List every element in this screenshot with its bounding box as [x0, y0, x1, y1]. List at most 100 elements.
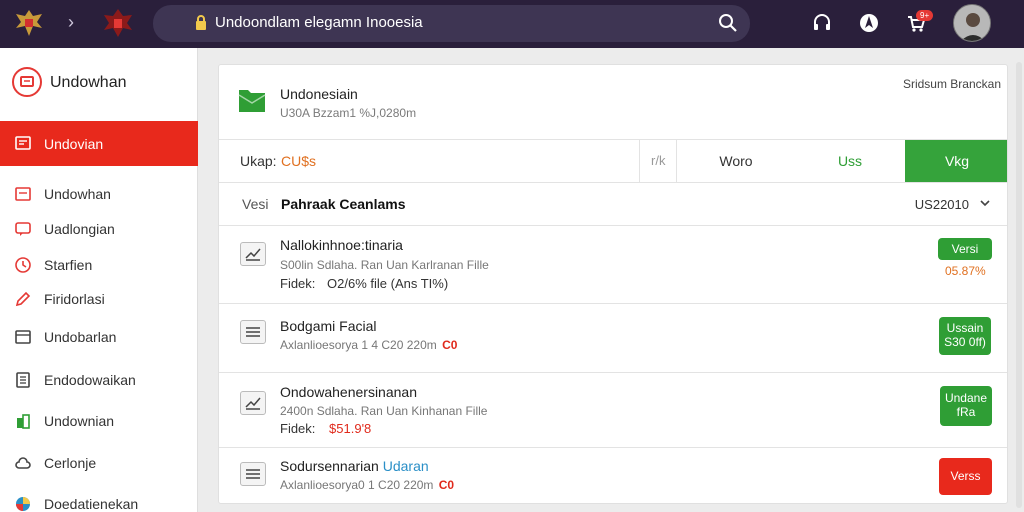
page-title: Undonesiain	[280, 86, 358, 102]
list-item[interactable]: Nallokinhnoe:tinaria S00lin Sdlaha. Ran …	[219, 226, 1007, 304]
sidebar-item-label: Firidorlasi	[44, 291, 105, 307]
tab-value: CU$s	[281, 153, 317, 169]
list-item[interactable]: Bodgami Facial Axlanlioesorya 1 4 C20 22…	[219, 304, 1007, 373]
sidebar-item-4[interactable]: Firidorlasi	[0, 284, 198, 314]
tab-woro[interactable]: Woro	[677, 140, 795, 182]
sidebar-item-label: Undovian	[44, 136, 104, 152]
button-line1: Ussain	[946, 321, 984, 335]
filter-select-value[interactable]: US22010	[915, 196, 969, 213]
avatar[interactable]	[953, 4, 991, 42]
main-panel: Undonesiain U30A Bzzam1 %J,0280m Sridsum…	[218, 64, 1008, 504]
chevron-down-icon[interactable]	[979, 197, 991, 209]
sidebar-item-label: Starfien	[44, 257, 93, 273]
sidebar-item-label: Endodowaikan	[44, 372, 136, 388]
item-subtitle-text: Axlanlioesorya 1 4 C20 220m	[280, 338, 437, 352]
item-tag: C0	[442, 338, 458, 352]
tab-label: Vkg	[944, 153, 970, 169]
item-meta: Fidek: O2/6% file (Ans TI%)	[280, 276, 448, 292]
button-line2: S30 0ff)	[944, 335, 986, 349]
item-meta-value: $51.9'8	[329, 421, 372, 436]
tab-k[interactable]: r/k	[641, 140, 677, 182]
search-text[interactable]: Undoondlam elegamn Inooesia	[215, 14, 423, 32]
item-subtitle: Axlanlioesorya 1 4 C20 220m C0	[280, 338, 457, 353]
sidebar-item-3[interactable]: Starfien	[0, 250, 198, 280]
sidebar-item-5[interactable]: Undobarlan	[0, 322, 198, 352]
tab-vkg[interactable]: Vkg	[905, 140, 1007, 182]
tab-label: Woro	[719, 153, 753, 169]
sidebar-item-6[interactable]: Endodowaikan	[0, 365, 198, 395]
sidebar-item-label: Undownian	[44, 413, 115, 429]
document-lines-icon	[240, 462, 266, 486]
item-meta: Fidek: $51.9'8	[280, 421, 371, 437]
item-subtitle-text: Axlanlioesorya0 1 C20 220m	[280, 478, 434, 492]
button-line1: Undane	[944, 391, 988, 405]
tab-uss[interactable]: Uss	[795, 140, 905, 182]
sidebar-item-label: Undobarlan	[44, 329, 117, 345]
cloud-icon	[15, 457, 31, 469]
brand-name: Undowhan	[50, 74, 127, 91]
document-icon	[15, 330, 31, 344]
sidebar-item-2[interactable]: Uadlongian	[0, 214, 198, 244]
brand-logo-icon	[12, 67, 42, 97]
document-lines-icon	[240, 320, 266, 344]
page-subtitle: U30A Bzzam1 %J,0280m	[280, 106, 417, 120]
building-icon	[17, 414, 30, 429]
tab-label: Uss	[837, 153, 863, 169]
sidebar-item-label: Doedatienekan	[44, 496, 139, 512]
panel-header: Undonesiain U30A Bzzam1 %J,0280m Sridsum…	[219, 65, 1007, 140]
search-bar[interactable]: Undoondlam elegamn Inooesia	[153, 5, 750, 42]
tab-bar: Ukap: CU$s r/k Woro Uss Vkg	[219, 140, 1007, 183]
item-meta-label: Fidek:	[280, 276, 316, 291]
chart-icon	[240, 391, 266, 415]
versi-button[interactable]: Versi	[938, 238, 992, 260]
sidebar-item-active[interactable]: Undovian	[0, 121, 198, 166]
chevron-right-icon[interactable]: ›	[68, 12, 74, 32]
filter-label: Vesi	[242, 196, 269, 212]
item-tag: C0	[438, 478, 455, 492]
header-link[interactable]: Sridsum Branckan	[903, 77, 1001, 92]
tab-label: r/k	[651, 153, 666, 168]
garuda-logo-icon[interactable]	[101, 6, 135, 40]
user-photo-icon	[954, 5, 990, 41]
sidebar-item-1[interactable]: Undowhan	[0, 179, 198, 209]
item-meta-label: Fidek:	[280, 421, 316, 436]
list-item[interactable]: Sodursennarian Udaran Axlanlioesorya0 1 …	[219, 448, 1007, 503]
item-subtitle: 2400n Sdlaha. Ran Uan Kinhanan Fille	[280, 404, 488, 418]
item-subtitle: Axlanlioesorya0 1 C20 220m C0	[280, 478, 454, 493]
scrollbar[interactable]	[1016, 62, 1022, 508]
undane-button[interactable]: Undane fRa	[940, 386, 992, 426]
tab-summary[interactable]: Ukap: CU$s	[219, 140, 640, 182]
list-item[interactable]: Ondowahenersinanan 2400n Sdlaha. Ran Uan…	[219, 373, 1007, 448]
ussain-button[interactable]: Ussain S30 0ff)	[939, 317, 991, 355]
tab-label: Ukap:	[240, 153, 277, 169]
verss-button[interactable]: Verss	[939, 458, 992, 495]
wallet-icon	[15, 136, 31, 150]
item-title: Nallokinhnoe:tinaria	[280, 237, 403, 253]
item-title: Bodgami Facial	[280, 318, 377, 334]
pen-icon	[15, 291, 31, 307]
lock-icon	[196, 15, 206, 30]
sidebar-item-7[interactable]: Undownian	[0, 406, 198, 436]
item-amount: 05.87%	[945, 264, 986, 278]
sidebar-item-label: Cerlonje	[44, 455, 97, 471]
top-bar: › Undoondlam elegamn Inooesia 9+	[0, 0, 1024, 48]
sidebar-item-9[interactable]: Doedatienekan	[0, 489, 198, 512]
sidebar-item-label: Uadlongian	[44, 221, 115, 237]
dashboard-icon	[15, 187, 31, 201]
notification-badge: 9+	[916, 10, 934, 21]
clock-icon	[15, 257, 31, 273]
compass-icon[interactable]	[858, 12, 880, 34]
chart-icon	[240, 242, 266, 266]
sidebar-item-8[interactable]: Cerlonje	[0, 448, 198, 478]
headset-icon[interactable]	[811, 12, 833, 34]
item-title-extra[interactable]: Udaran	[383, 458, 429, 474]
search-icon[interactable]	[718, 13, 738, 33]
list-icon	[16, 372, 30, 388]
filter-row[interactable]: Vesi Pahraak Ceanlams US22010	[219, 183, 1007, 226]
chat-icon	[15, 222, 31, 236]
folder-icon	[238, 90, 266, 112]
garuda-emblem-icon[interactable]	[12, 6, 46, 40]
item-subtitle: S00lin Sdlaha. Ran Uan Karlranan Fille	[280, 258, 489, 272]
button-line2: fRa	[956, 405, 976, 419]
item-title-text: Sodursennarian	[280, 458, 379, 474]
